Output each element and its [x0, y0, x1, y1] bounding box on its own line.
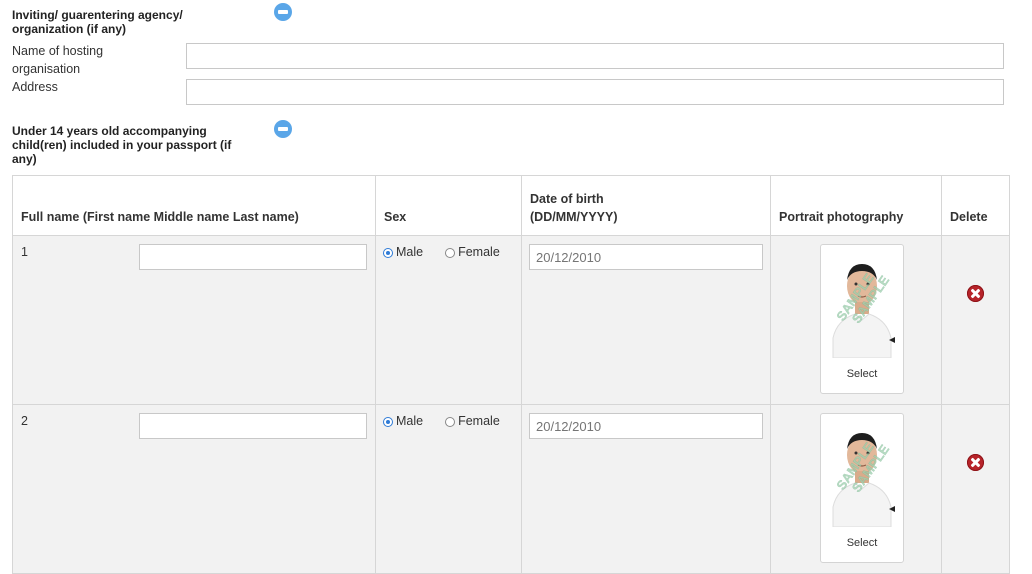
sex-radio-group: Male Female	[383, 245, 500, 259]
dob-input[interactable]	[529, 244, 763, 270]
sex-radio-group: Male Female	[383, 414, 500, 428]
inviting-section-title: Inviting/ guarentering agency/ organizat…	[12, 8, 183, 36]
delete-cell	[941, 404, 1010, 574]
inviting-collapse-icon[interactable]	[274, 3, 292, 21]
portrait-cell: SAMPLE SAMPLE Select	[770, 235, 942, 405]
sex-male-radio[interactable]: Male	[383, 414, 423, 428]
sex-female-radio[interactable]: Female	[445, 245, 500, 259]
table-row: 1 Male Female 20/12/2010 SAMPLE SAMPLE S…	[12, 235, 1010, 405]
col-delete: Delete	[941, 175, 1010, 236]
address-input[interactable]	[186, 79, 1004, 105]
col-date-of-birth: Date of birth (DD/MM/YYYY)	[521, 175, 771, 236]
sex-cell: Male Female	[375, 404, 522, 574]
portrait-select-button[interactable]: SAMPLE SAMPLE Select	[820, 413, 904, 563]
children-table: Full name (First name Middle name Last n…	[12, 175, 1010, 574]
dob-cell	[521, 235, 771, 405]
address-label: Address	[12, 80, 58, 94]
hosting-organisation-input[interactable]	[186, 43, 1004, 69]
name-cell: 1	[12, 235, 376, 405]
portrait-sample-icon: SAMPLE SAMPLE	[829, 254, 895, 358]
row-number: 1	[21, 245, 28, 259]
sex-male-label: Male	[396, 245, 424, 259]
dob-input[interactable]	[529, 413, 763, 439]
sex-female-radio[interactable]: Female	[445, 414, 500, 428]
dob-cell	[521, 404, 771, 574]
row-number: 2	[21, 414, 28, 428]
radio-checked-icon[interactable]	[383, 417, 393, 427]
radio-checked-icon[interactable]	[383, 248, 393, 258]
delete-row-icon[interactable]	[967, 454, 984, 471]
sex-male-radio[interactable]: Male	[383, 245, 423, 259]
name-cell: 2	[12, 404, 376, 574]
portrait-cell: SAMPLE SAMPLE Select	[770, 404, 942, 574]
radio-unchecked-icon[interactable]	[445, 417, 456, 427]
col-dob-line1: Date of birth	[530, 192, 604, 206]
child-name-input[interactable]	[139, 244, 367, 270]
portrait-select-label: Select	[846, 537, 878, 549]
children-section-title: Under 14 years old accompanying child(re…	[12, 124, 232, 166]
sex-male-label: Male	[396, 414, 424, 428]
table-row: 2 Male Female 20/12/2010 SAMPLE SAMPLE S…	[12, 404, 1010, 574]
child-name-input[interactable]	[139, 413, 367, 439]
col-sex: Sex	[375, 175, 522, 236]
col-dob-line2: (DD/MM/YYYY)	[530, 210, 618, 224]
sex-cell: Male Female	[375, 235, 522, 405]
col-portrait: Portrait photography	[770, 175, 942, 236]
sex-female-label: Female	[458, 245, 500, 259]
children-table-header: Full name (First name Middle name Last n…	[12, 175, 1010, 236]
delete-row-icon[interactable]	[967, 285, 984, 302]
hosting-organisation-label: Name of hosting organisation	[12, 44, 104, 76]
sex-female-label: Female	[458, 414, 500, 428]
col-full-name: Full name (First name Middle name Last n…	[12, 175, 376, 236]
portrait-select-label: Select	[846, 368, 878, 380]
delete-cell	[941, 235, 1010, 405]
portrait-sample-icon: SAMPLE SAMPLE	[829, 423, 895, 527]
portrait-select-button[interactable]: SAMPLE SAMPLE Select	[820, 244, 904, 394]
radio-unchecked-icon[interactable]	[445, 248, 456, 258]
children-collapse-icon[interactable]	[274, 120, 292, 138]
